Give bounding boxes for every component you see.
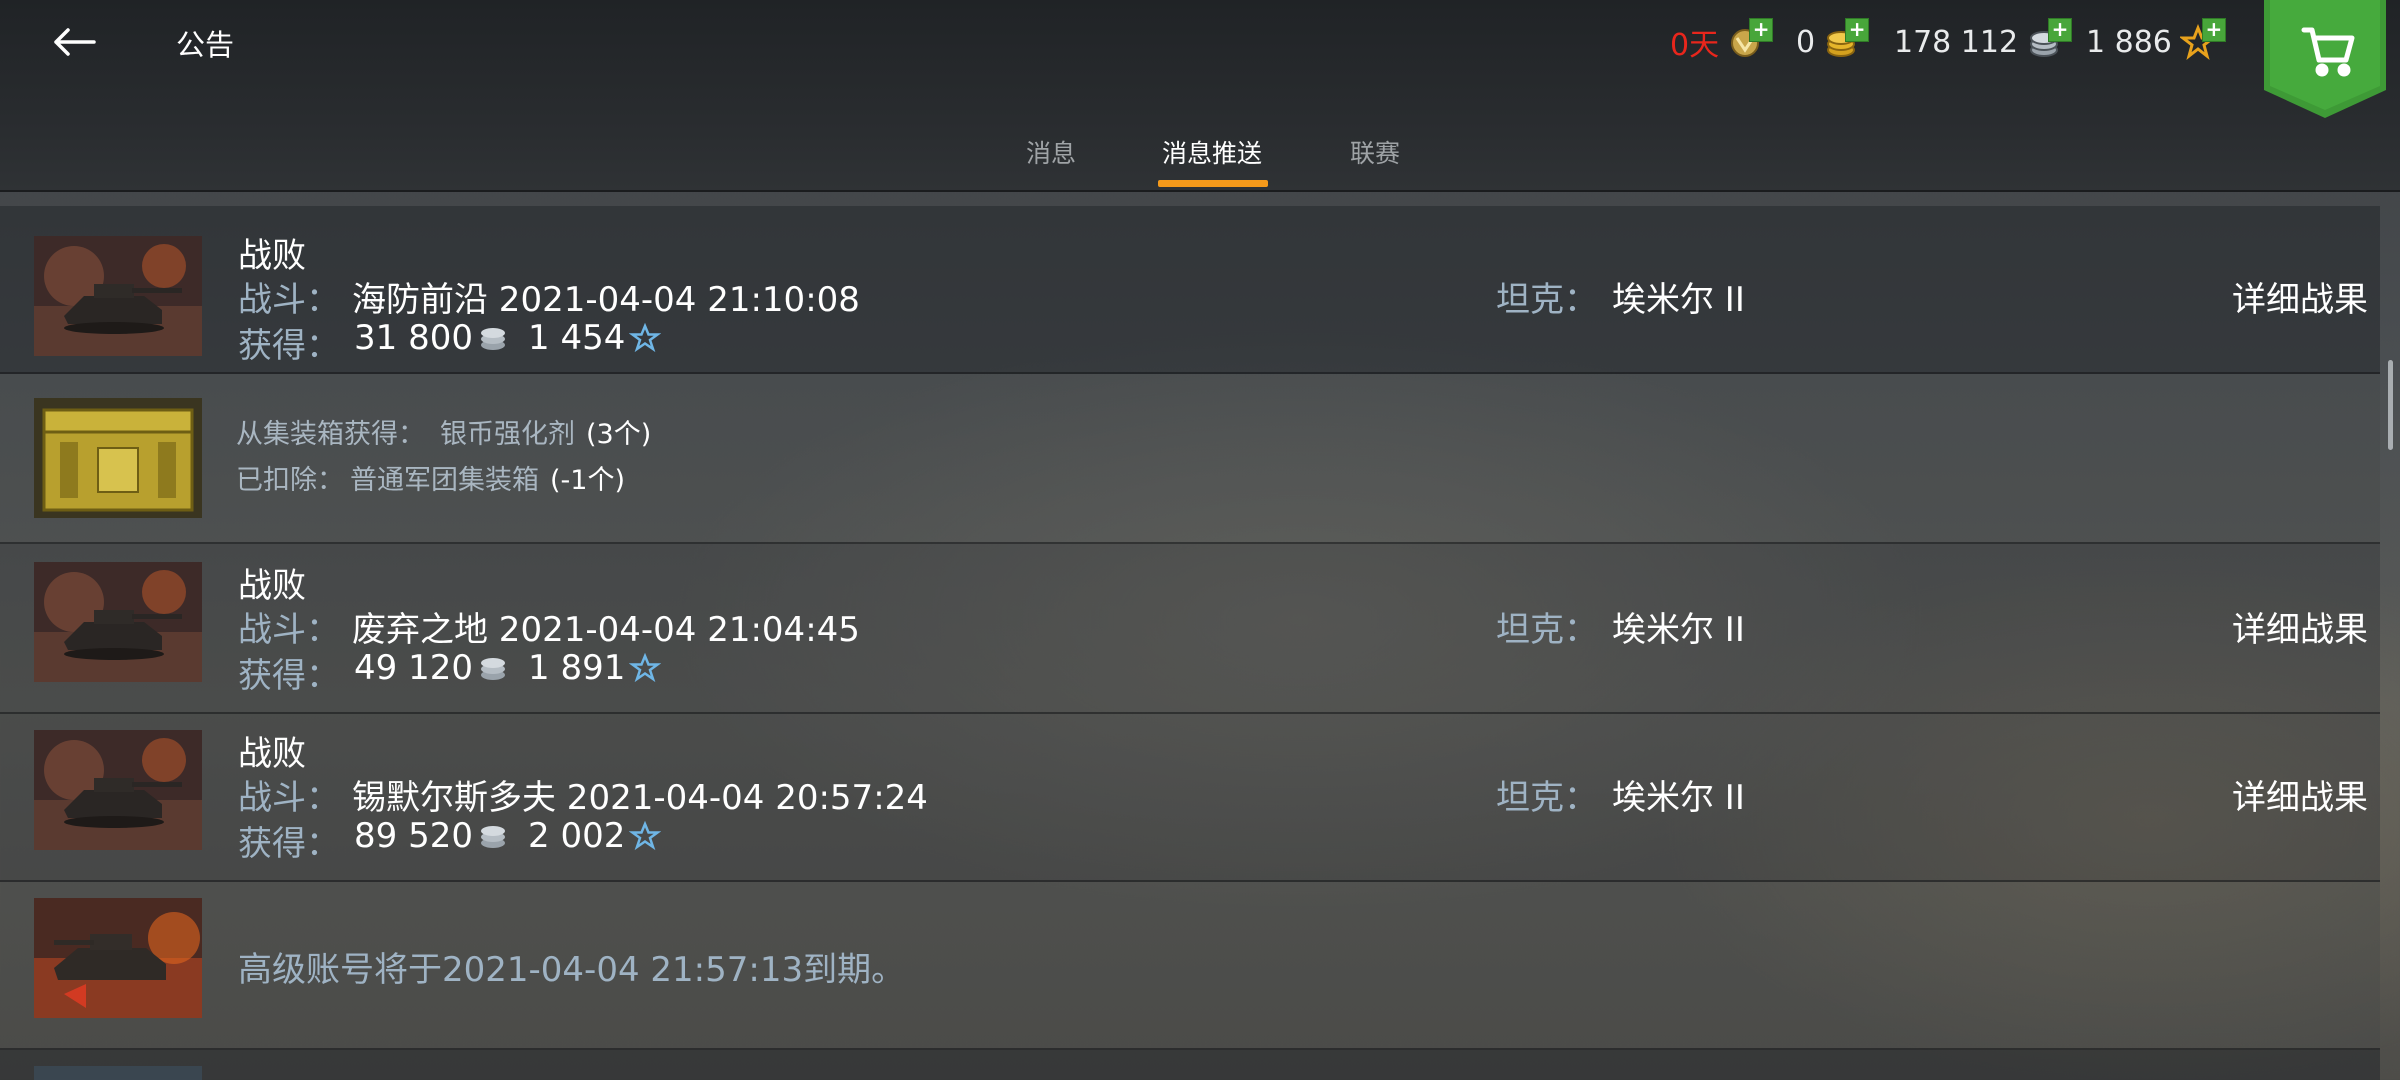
earned-xp-value: 1 891: [528, 648, 626, 688]
free-xp-counter[interactable]: 1 886 +: [2086, 18, 2226, 66]
earned-label: 获得：: [238, 326, 340, 366]
earned-credits: 49 120: [354, 648, 509, 688]
battle-details-button[interactable]: 详细战果: [2232, 272, 2368, 321]
xp-star-icon: [629, 820, 662, 851]
premium-notice-thumbnail: [34, 898, 202, 1018]
partial-thumbnail: [34, 1066, 202, 1080]
list-scrollbar[interactable]: [2388, 360, 2393, 450]
premium-account-icon: +: [1727, 18, 1774, 60]
removed-item: 普通军团集装箱: [350, 465, 539, 496]
battle-map-time: 废弃之地 2021-04-04 21:04:45: [352, 610, 860, 650]
battle-label: 战斗：: [238, 778, 340, 818]
earned-label: 获得：: [238, 656, 340, 696]
battle-thumbnail: [34, 562, 202, 682]
battle-label: 战斗：: [238, 610, 340, 650]
premium-account-counter[interactable]: 0天 +: [1670, 18, 1774, 66]
message-list[interactable]: 战败 战斗： 海防前沿 2021-04-04 21:10:08 获得： 31 8…: [0, 198, 2400, 1080]
add-free-xp-icon[interactable]: +: [2201, 18, 2226, 42]
battle-details-button[interactable]: 详细战果: [2232, 770, 2368, 819]
xp-star-icon: [629, 322, 662, 353]
credits-value: 178 112: [1894, 24, 2019, 60]
earned-label: 获得：: [238, 824, 340, 864]
add-credits-icon[interactable]: +: [2048, 18, 2073, 42]
obtained-quantity: (3个): [586, 419, 652, 450]
credits-counter[interactable]: 178 112 +: [1894, 18, 2073, 66]
free-xp-value: 1 886: [2086, 24, 2172, 60]
earned-xp-value: 2 002: [528, 816, 626, 856]
active-tab-indicator: [1158, 180, 1268, 187]
page-title: 公告: [176, 28, 235, 62]
battle-result: 战败: [238, 236, 306, 276]
removed-quantity: (-1个): [550, 465, 625, 496]
obtained-label: 从集装箱获得：: [236, 419, 425, 450]
battle-thumbnail: [34, 730, 202, 850]
premium-days-value: 0天: [1670, 28, 1720, 63]
container-thumbnail: [34, 398, 202, 518]
earned-credits: 31 800: [354, 318, 509, 358]
gold-value: 0: [1796, 24, 1816, 60]
message-battle-row[interactable]: 战败 战斗： 海防前沿 2021-04-04 21:10:08 获得： 31 8…: [0, 206, 2380, 374]
earned-xp: 2 002: [528, 816, 662, 856]
battle-details-button[interactable]: 详细战果: [2232, 602, 2368, 651]
silver-coins-icon: +: [2026, 18, 2073, 60]
tab-league[interactable]: 联赛: [1350, 134, 1400, 184]
obtained-item: 银币强化剂: [440, 419, 575, 450]
tab-messages[interactable]: 消息: [1026, 134, 1076, 184]
tank-label: 坦克：: [1496, 778, 1598, 818]
shop-button[interactable]: [2264, 0, 2386, 118]
battle-result: 战败: [238, 734, 306, 774]
battle-thumbnail: [34, 236, 202, 356]
xp-star-icon: [629, 652, 662, 683]
earned-xp: 1 891: [528, 648, 662, 688]
tank-label: 坦克：: [1496, 610, 1598, 650]
message-notice-row[interactable]: 高级账号将于2021-04-04 21:57:13到期。: [0, 882, 2380, 1050]
gold-counter[interactable]: 0 +: [1796, 18, 1870, 66]
premium-expiry-notice: 高级账号将于2021-04-04 21:57:13到期。: [238, 950, 906, 990]
message-row-partial[interactable]: [0, 1050, 2380, 1080]
silver-coins-icon: [480, 826, 505, 848]
battle-map-time: 海防前沿 2021-04-04 21:10:08: [352, 280, 860, 320]
add-gold-icon[interactable]: +: [1845, 18, 1870, 42]
earned-xp: 1 454: [528, 318, 662, 358]
earned-credits: 89 520: [354, 816, 509, 856]
earned-credits-value: 49 120: [354, 648, 473, 688]
silver-coins-icon: [480, 658, 505, 680]
battle-label: 战斗：: [238, 280, 340, 320]
battle-result: 战败: [238, 566, 306, 606]
back-arrow-icon: [54, 28, 96, 56]
tank-name: 埃米尔 II: [1612, 778, 1745, 818]
earned-credits-value: 31 800: [354, 318, 473, 358]
removed-label: 已扣除：: [236, 465, 344, 496]
add-premium-icon[interactable]: +: [1749, 18, 1774, 42]
gold-coins-icon: +: [1823, 18, 1870, 60]
message-battle-row[interactable]: 战败 战斗： 废弃之地 2021-04-04 21:04:45 获得： 49 1…: [0, 544, 2380, 714]
earned-credits-value: 89 520: [354, 816, 473, 856]
tank-label: 坦克：: [1496, 280, 1598, 320]
top-bar: 公告 0天 + 0 + 178 112 + 1 886 + 消息 消息推送 联赛: [0, 0, 2400, 192]
silver-coins-icon: [480, 328, 505, 350]
tank-name: 埃米尔 II: [1612, 610, 1745, 650]
earned-xp-value: 1 454: [528, 318, 626, 358]
free-xp-star-icon: +: [2178, 18, 2226, 60]
tab-message-push[interactable]: 消息推送: [1162, 134, 1262, 184]
message-container-row[interactable]: 从集装箱获得： 银币强化剂 (3个) 已扣除： 普通军团集装箱 (-1个): [0, 374, 2380, 544]
tank-name: 埃米尔 II: [1612, 280, 1745, 320]
back-button[interactable]: [42, 14, 106, 70]
message-battle-row[interactable]: 战败 战斗： 锡默尔斯多夫 2021-04-04 20:57:24 获得： 89…: [0, 714, 2380, 882]
battle-map-time: 锡默尔斯多夫 2021-04-04 20:57:24: [352, 778, 928, 818]
